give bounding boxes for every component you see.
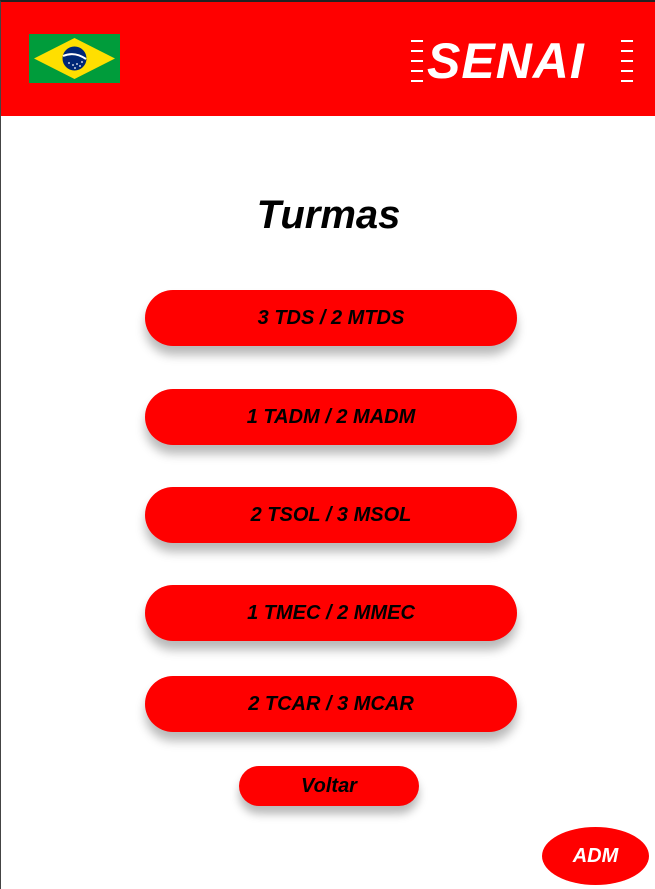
- app-screen: SENAI Turmas 3 TDS / 2 MTDS 1 TADM / 2 M…: [0, 0, 655, 889]
- class-button-adm[interactable]: 1 TADM / 2 MADM: [145, 389, 517, 445]
- class-button-tds[interactable]: 3 TDS / 2 MTDS: [145, 290, 517, 346]
- adm-button[interactable]: ADM: [542, 827, 649, 885]
- class-button-car[interactable]: 2 TCAR / 3 MCAR: [145, 676, 517, 732]
- logo-text: SENAI: [427, 33, 585, 89]
- back-button[interactable]: Voltar: [239, 766, 419, 806]
- senai-logo: SENAI: [411, 33, 633, 89]
- logo-lines-left: [411, 40, 423, 84]
- page-title: Turmas: [256, 193, 401, 237]
- logo-lines-right: [621, 40, 633, 84]
- class-button-mec[interactable]: 1 TMEC / 2 MMEC: [145, 585, 517, 641]
- header-bar: SENAI: [1, 2, 655, 116]
- class-button-sol[interactable]: 2 TSOL / 3 MSOL: [145, 487, 517, 543]
- brazil-flag-icon: [29, 34, 120, 83]
